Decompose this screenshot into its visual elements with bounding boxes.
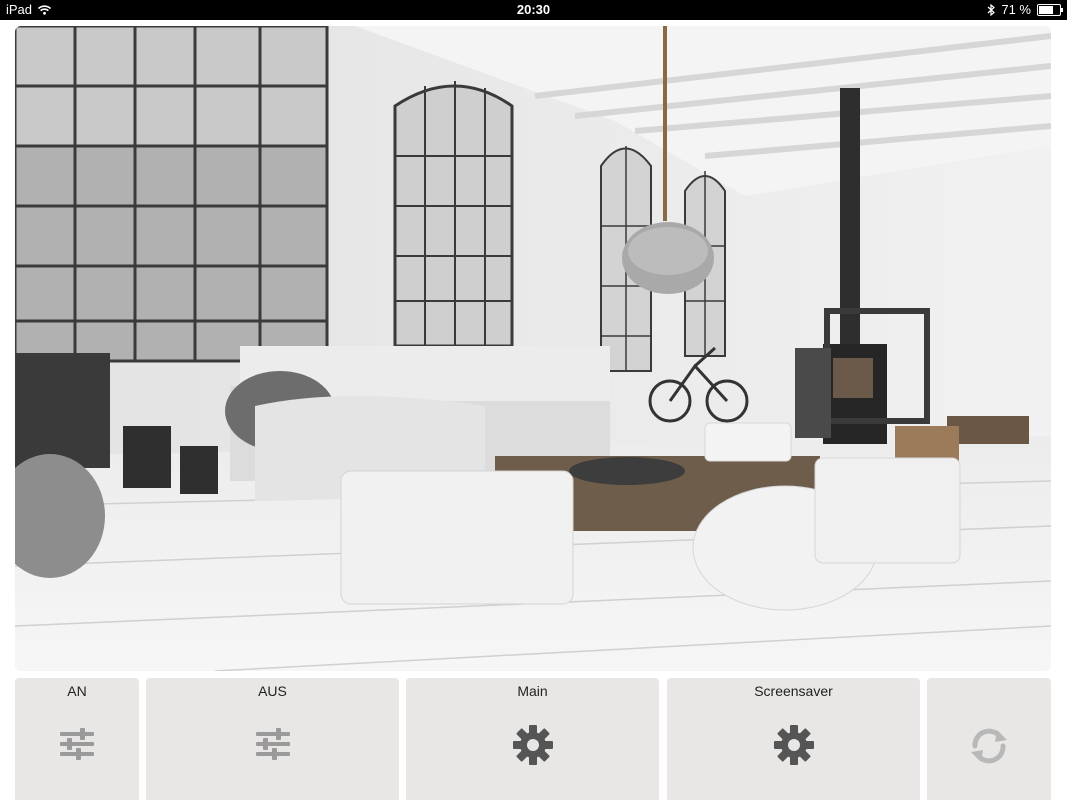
gear-icon bbox=[512, 725, 553, 765]
bluetooth-icon bbox=[987, 3, 996, 16]
status-bar: iPad 20:30 71 % bbox=[0, 0, 1067, 20]
battery-percent: 71 % bbox=[1001, 2, 1031, 17]
tile-an-label: AN bbox=[67, 683, 87, 699]
tile-refresh[interactable] bbox=[927, 678, 1051, 800]
tile-screensaver-label: Screensaver bbox=[754, 683, 833, 699]
interior-photo bbox=[15, 26, 1051, 671]
tile-aus-label: AUS bbox=[258, 683, 287, 699]
refresh-icon bbox=[971, 728, 1007, 764]
battery-icon bbox=[1037, 3, 1063, 16]
gear-icon bbox=[773, 725, 814, 765]
tile-aus[interactable]: AUS bbox=[146, 678, 399, 800]
tile-screensaver[interactable]: Screensaver bbox=[667, 678, 920, 800]
sliders-icon bbox=[255, 728, 290, 760]
tile-main[interactable]: Main bbox=[406, 678, 659, 800]
tile-main-label: Main bbox=[517, 683, 548, 699]
tile-an[interactable]: AN bbox=[15, 678, 139, 800]
status-time: 20:30 bbox=[516, 2, 551, 17]
sliders-icon bbox=[60, 728, 94, 760]
